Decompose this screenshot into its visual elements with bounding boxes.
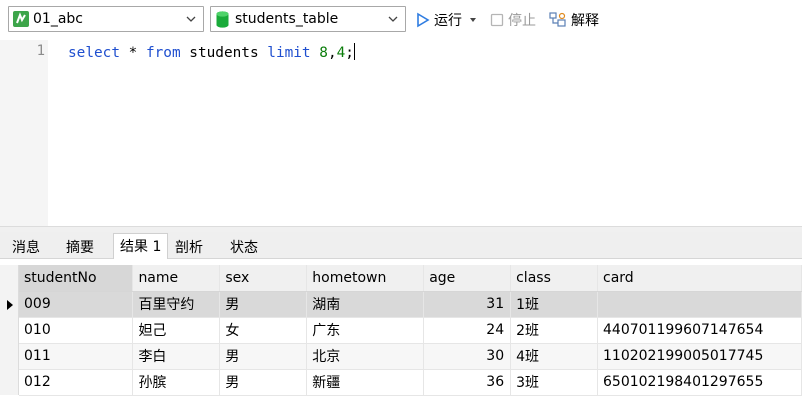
column-header[interactable]: age bbox=[423, 265, 512, 292]
table-row[interactable]: 010 妲己 女 广东 24 2班 440701199607147654 bbox=[19, 317, 802, 344]
table-cell[interactable]: 110202199005017745 bbox=[597, 343, 802, 370]
token-semicolon: ; bbox=[345, 45, 354, 61]
explain-label: 解释 bbox=[571, 13, 599, 29]
table-cell[interactable]: 百里守约 bbox=[132, 291, 221, 318]
table-cell[interactable] bbox=[597, 291, 802, 318]
table-cell[interactable]: 女 bbox=[219, 317, 308, 344]
text-caret bbox=[353, 43, 355, 60]
keyword-from: from bbox=[145, 45, 181, 61]
stop-label: 停止 bbox=[508, 13, 536, 29]
tab-status[interactable]: 状态 bbox=[224, 235, 264, 259]
column-header[interactable]: class bbox=[510, 265, 599, 292]
sql-editor[interactable]: 1 select * from students limit 8,4; bbox=[0, 40, 802, 226]
run-label: 运行 bbox=[434, 13, 462, 29]
token-comma: , bbox=[327, 45, 337, 61]
table-cell[interactable]: 湖南 bbox=[306, 291, 425, 318]
keyword-select: select bbox=[68, 45, 120, 61]
table-cell[interactable]: 010 bbox=[19, 317, 134, 344]
table-cell[interactable]: 009 bbox=[19, 291, 134, 318]
table-cell[interactable]: 妲己 bbox=[132, 317, 221, 344]
column-header[interactable]: hometown bbox=[306, 265, 425, 292]
stop-icon bbox=[490, 13, 504, 27]
explain-button[interactable]: 解释 bbox=[549, 9, 599, 31]
line-number-gutter: 1 bbox=[0, 40, 48, 226]
connection-icon bbox=[13, 11, 29, 27]
table-cell[interactable]: 2班 bbox=[510, 317, 599, 344]
table-cell[interactable]: 1班 bbox=[510, 291, 599, 318]
run-dropdown-icon[interactable] bbox=[468, 15, 478, 25]
line-number: 1 bbox=[36, 43, 45, 59]
table-cell[interactable]: 4班 bbox=[510, 343, 599, 370]
tab-profile[interactable]: 剖析 bbox=[169, 235, 209, 259]
result-tabs: 消息 摘要 结果 1 剖析 状态 bbox=[0, 232, 802, 259]
table-cell[interactable]: 李白 bbox=[132, 343, 221, 370]
table-cell[interactable]: 男 bbox=[219, 369, 308, 396]
chevron-down-icon[interactable] bbox=[387, 13, 399, 25]
sql-code[interactable]: select * from students limit 8,4; bbox=[68, 43, 355, 61]
tab-summary[interactable]: 摘要 bbox=[60, 235, 100, 259]
results-grid: studentNo name sex hometown age class ca… bbox=[0, 259, 802, 417]
keyword-limit: limit bbox=[267, 45, 311, 61]
table-select[interactable]: students_table bbox=[210, 6, 406, 32]
table-cell[interactable]: 012 bbox=[19, 369, 134, 396]
number-offset: 8 bbox=[319, 45, 328, 61]
connection-select[interactable]: 01_abc bbox=[8, 6, 204, 32]
toolbar: 01_abc students_table 运行 停止 解释 bbox=[0, 0, 802, 40]
run-button[interactable]: 运行 bbox=[416, 9, 482, 31]
table-cell[interactable]: 广东 bbox=[306, 317, 425, 344]
table-cell[interactable]: 孙膑 bbox=[132, 369, 221, 396]
column-header[interactable]: name bbox=[132, 265, 221, 292]
table-cell[interactable]: 男 bbox=[219, 343, 308, 370]
connection-select-value: 01_abc bbox=[33, 11, 83, 27]
play-icon bbox=[417, 12, 430, 28]
chevron-down-icon[interactable] bbox=[185, 13, 197, 25]
table-cell[interactable]: 北京 bbox=[306, 343, 425, 370]
number-count: 4 bbox=[336, 45, 346, 61]
current-row-arrow-icon bbox=[7, 300, 13, 310]
table-cell[interactable]: 男 bbox=[219, 291, 308, 318]
row-indicator-column bbox=[0, 265, 19, 395]
tab-messages[interactable]: 消息 bbox=[6, 235, 46, 259]
database-icon bbox=[216, 11, 229, 28]
table-row[interactable]: 011 李白 男 北京 30 4班 110202199005017745 bbox=[19, 343, 802, 370]
stop-button[interactable]: 停止 bbox=[490, 9, 536, 31]
header-row: studentNo name sex hometown age class ca… bbox=[19, 265, 802, 292]
explain-icon bbox=[549, 12, 566, 27]
column-header[interactable]: sex bbox=[219, 265, 308, 292]
table-row[interactable]: 012 孙膑 男 新疆 36 3班 650102198401297655 bbox=[19, 369, 802, 396]
table-cell[interactable]: 36 bbox=[423, 369, 512, 396]
column-header[interactable]: studentNo bbox=[19, 265, 134, 292]
table-cell[interactable]: 31 bbox=[423, 291, 512, 318]
results-table: studentNo name sex hometown age class ca… bbox=[19, 265, 802, 396]
table-cell[interactable]: 30 bbox=[423, 343, 512, 370]
table-cell[interactable]: 新疆 bbox=[306, 369, 425, 396]
table-cell[interactable]: 011 bbox=[19, 343, 134, 370]
table-cell[interactable]: 650102198401297655 bbox=[597, 369, 802, 396]
table-cell[interactable]: 24 bbox=[423, 317, 512, 344]
tab-result-1[interactable]: 结果 1 bbox=[113, 233, 169, 259]
table-row[interactable]: 009 百里守约 男 湖南 31 1班 bbox=[19, 291, 802, 318]
table-select-value: students_table bbox=[235, 11, 339, 27]
table-cell[interactable]: 440701199607147654 bbox=[597, 317, 802, 344]
token-star: * bbox=[119, 45, 146, 61]
table-cell[interactable]: 3班 bbox=[510, 369, 599, 396]
token-table: students bbox=[180, 45, 268, 61]
column-header[interactable]: card bbox=[597, 265, 802, 292]
